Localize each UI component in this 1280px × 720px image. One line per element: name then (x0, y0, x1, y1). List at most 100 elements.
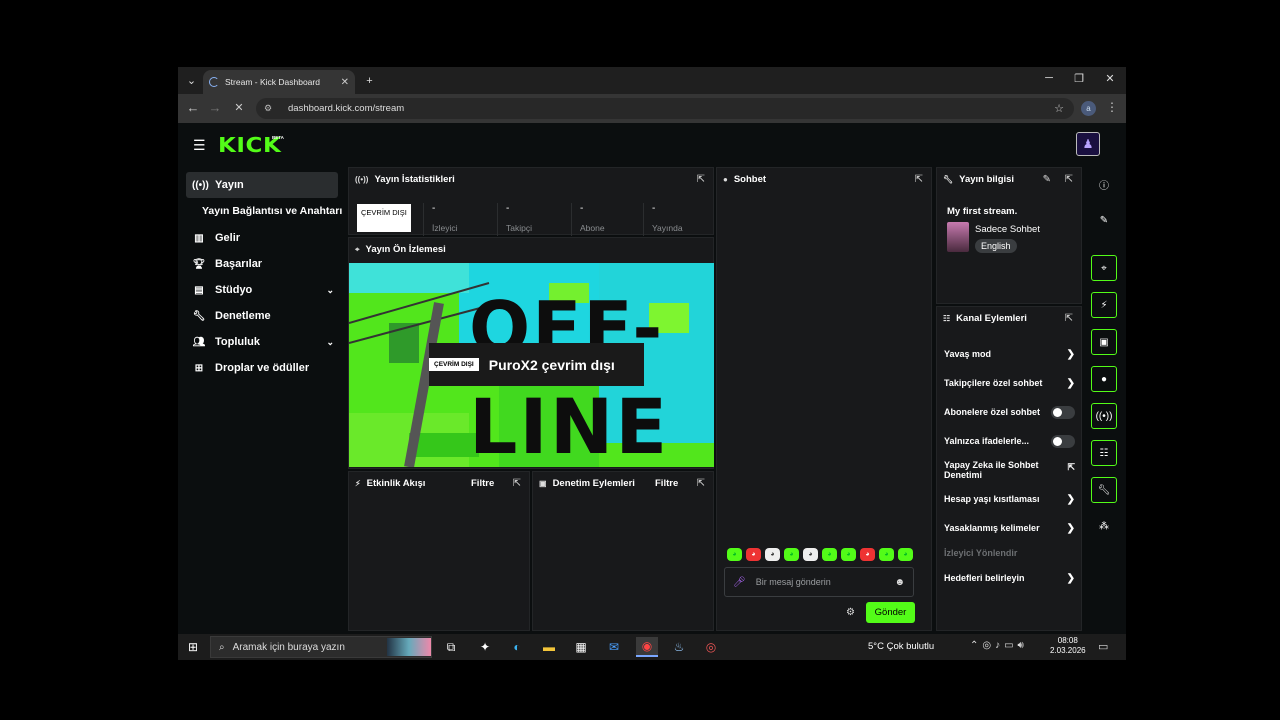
edit-pencil-icon[interactable]: ✎ (1043, 174, 1051, 185)
weather-widget[interactable]: 5°C Çok bulutlu (868, 641, 934, 652)
microphone-icon[interactable]: 🎤︎ (733, 577, 746, 588)
emote-icon[interactable]: ◕ (860, 548, 875, 561)
stream-title: My first stream. (947, 206, 1018, 217)
offline-card: ÇEVRİM DIŞI PuroX2 çevrim dışı (429, 343, 644, 386)
emote-icon[interactable]: ◕ (746, 548, 761, 561)
popout-icon[interactable]: ⇱ (697, 174, 705, 185)
chevron-down-icon: ⌄ (326, 284, 334, 295)
sidebar-item-yayin[interactable]: ((•)) Yayın (186, 172, 338, 198)
channel-row-slow-mode[interactable]: Yavaş mod ❯ (944, 349, 1075, 360)
emote-icon[interactable]: ◕ (841, 548, 856, 561)
emote-icon[interactable]: ◕ (765, 548, 780, 561)
sidebar-item-topluluk[interactable]: 👥︎ Topluluk ⌄ (186, 329, 338, 355)
popout-icon[interactable]: ⇱ (1065, 313, 1073, 324)
sidebar-item-gelir[interactable]: ▥ Gelir (186, 225, 338, 251)
address-bar[interactable]: ⚙ dashboard.kick.com/stream ☆ (256, 98, 1074, 119)
sidebar-item-stream-key[interactable]: Yayın Bağlantısı ve Anahtarı (202, 205, 342, 217)
emotes-only-toggle[interactable] (1051, 435, 1075, 448)
user-avatar[interactable]: ♟ (1076, 132, 1100, 156)
channel-row-account-age[interactable]: Hesap yaşı kısıtlaması ❯ (944, 494, 1075, 505)
settings-panel-icon[interactable]: ☷ (1091, 440, 1117, 466)
system-tray[interactable]: ⌃◎♪▭🔊︎ (970, 640, 1028, 651)
hamburger-menu-icon[interactable]: ☰ (193, 137, 206, 154)
popout-icon[interactable]: ⇱ (697, 478, 705, 489)
restore-icon[interactable]: ❐ (1069, 72, 1089, 85)
window-close-icon[interactable]: ✕ (1100, 72, 1120, 85)
status-badge: ÇEVRİM DIŞI (357, 204, 411, 232)
copilot-icon[interactable]: ✦ (474, 637, 496, 657)
sidebar-item-basarilar[interactable]: 🏆︎ Başarılar (186, 251, 338, 277)
site-info-icon[interactable]: ⚙ (264, 103, 276, 115)
emote-icon[interactable]: ◕ (784, 548, 799, 561)
emote-icon[interactable]: ◕ (898, 548, 913, 561)
subscribers-only-toggle[interactable] (1051, 406, 1075, 419)
broadcast-icon[interactable]: ((•)) (1091, 403, 1117, 429)
sidebar-item-droplar[interactable]: ⊞ Droplar ve ödüller (186, 355, 338, 381)
channel-row-ai-moderation[interactable]: Yapay Zeka ile Sohbet Denetimi ⇱ (944, 460, 1075, 481)
activity-filter-button[interactable]: Filtre (471, 478, 494, 489)
activity-title: ⚡︎ Etkinlik Akışı (355, 478, 426, 489)
gift-icon: ⊞ (194, 362, 204, 374)
tab-close-icon[interactable]: ✕ (341, 77, 349, 88)
channel-row-banned-words[interactable]: Yasaklanmış kelimeler ❯ (944, 523, 1075, 534)
minimize-icon[interactable]: ─ (1039, 72, 1059, 84)
sidebar-item-denetleme[interactable]: 🔧︎ Denetleme (186, 303, 338, 329)
tab-search-icon[interactable]: ⌄ (182, 71, 201, 90)
menu-kebab-icon[interactable]: ⋮ (1106, 100, 1118, 114)
clipboard-icon[interactable]: ▣ (1091, 329, 1117, 355)
new-tab-icon[interactable]: + (360, 71, 379, 90)
chat-bubble-icon[interactable]: ● (1091, 366, 1117, 392)
emote-icon[interactable]: ◕ (822, 548, 837, 561)
send-button[interactable]: Gönder (866, 602, 915, 623)
back-icon[interactable]: ← (184, 100, 202, 115)
task-view-icon[interactable]: ⧉ (440, 637, 462, 657)
sidebar-item-studyo[interactable]: ▤ Stüdyo ⌄ (186, 277, 338, 303)
profile-avatar[interactable]: a (1081, 101, 1096, 116)
preview-widget-icon[interactable]: ⌖ (1091, 255, 1117, 281)
add-widget-icon[interactable]: ⁂ (1091, 513, 1117, 539)
info-icon[interactable]: ⓘ (1091, 171, 1117, 197)
notification-icon[interactable]: ▭ (1098, 640, 1108, 653)
windows-start-icon[interactable]: ⊞ (188, 640, 198, 654)
language-tag: English (975, 239, 1017, 253)
taskbar-clock[interactable]: 08:08 2.03.2026 (1050, 636, 1086, 657)
steam-icon[interactable]: ♨ (668, 637, 690, 657)
studio-icon: ▤ (194, 284, 204, 296)
sidebar-item-label: Yayın (215, 179, 244, 191)
channel-actions-title: ☷ Kanal Eylemleri (943, 313, 1027, 324)
emote-icon[interactable]: ◕ (727, 548, 742, 561)
emoji-picker-icon[interactable]: ☻ (894, 577, 905, 588)
chat-panel: ● Sohbet ⇱ ◕ ◕ ◕ ◕ ◕ ◕ ◕ ◕ ◕ ◕ 🎤︎ Bir me… (716, 167, 932, 631)
lightning-icon[interactable]: ⚡︎ (1091, 292, 1117, 318)
stop-icon[interactable]: ✕ (230, 101, 248, 114)
emote-icon[interactable]: ◕ (879, 548, 894, 561)
popout-icon[interactable]: ⇱ (1065, 174, 1073, 185)
taskbar-search[interactable]: ⌕ Aramak için buraya yazın (210, 636, 432, 658)
preview-title: ⌖ Yayın Ön İzlemesi (355, 244, 446, 255)
taskbar-search-placeholder: Aramak için buraya yazın (232, 641, 345, 653)
lightning-icon: ⚡︎ (355, 479, 361, 488)
popout-icon[interactable]: ⇱ (513, 478, 521, 489)
emote-icon[interactable]: ◕ (803, 548, 818, 561)
popout-icon[interactable]: ⇱ (915, 174, 923, 185)
chrome-icon[interactable]: ◉ (636, 637, 658, 657)
channel-row-emotes-only: Yalnızca ifadelerle... (944, 435, 1075, 448)
file-explorer-icon[interactable]: ▬ (538, 637, 560, 657)
stream-preview[interactable]: OFF- LINE ÇEVRİM DIŞI PuroX2 çevrim dışı (349, 263, 714, 467)
obs-icon[interactable]: ◎ (700, 637, 722, 657)
right-rail: ⓘ ✎ ⌖ ⚡︎ ▣ ● ((•)) ☷ 🔧︎ ⁂ (1084, 165, 1126, 635)
wrench-icon[interactable]: 🔧︎ (1091, 477, 1117, 503)
channel-row-goals[interactable]: Hedefleri belirleyin ❯ (944, 573, 1075, 584)
chat-settings-gear-icon[interactable]: ⚙ (846, 607, 855, 618)
chat-input[interactable]: 🎤︎ Bir mesaj gönderin ☻ (724, 567, 914, 597)
forward-icon[interactable]: → (206, 100, 224, 115)
bookmark-star-icon[interactable]: ☆ (1054, 102, 1064, 115)
edge-icon[interactable]: ◐ (506, 637, 528, 657)
edit-pencil-icon[interactable]: ✎ (1091, 207, 1117, 233)
browser-tab[interactable]: Stream - Kick Dashboard ✕ (203, 70, 355, 94)
sidebar-item-label: Topluluk (215, 336, 261, 348)
channel-row-followers-only[interactable]: Takipçilere özel sohbet ❯ (944, 378, 1075, 389)
store-icon[interactable]: ▦ (570, 637, 592, 657)
modactions-filter-button[interactable]: Filtre (655, 478, 678, 489)
mail-icon[interactable]: ✉ (603, 637, 625, 657)
